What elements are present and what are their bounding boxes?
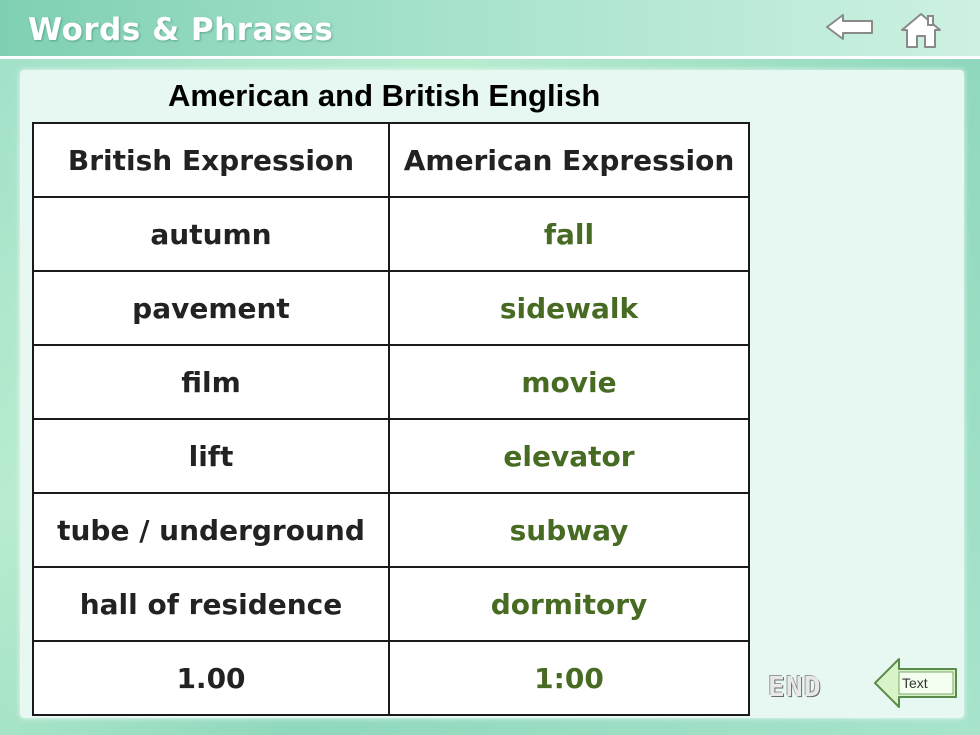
table-row: 1.00 1:00 bbox=[32, 640, 750, 716]
table-row: pavement sidewalk bbox=[32, 270, 750, 346]
british-cell: film bbox=[32, 344, 390, 420]
header-bar: Words & Phrases bbox=[0, 0, 980, 59]
american-cell: sidewalk bbox=[388, 270, 750, 346]
british-cell: autumn bbox=[32, 196, 390, 272]
british-cell: hall of residence bbox=[32, 566, 390, 642]
table-row: autumn fall bbox=[32, 196, 750, 272]
page-title: Words & Phrases bbox=[28, 12, 334, 48]
table-row: lift elevator bbox=[32, 418, 750, 494]
text-button[interactable]: Text bbox=[872, 655, 960, 711]
american-cell: fall bbox=[388, 196, 750, 272]
arrow-left-icon[interactable] bbox=[824, 10, 876, 49]
american-cell: elevator bbox=[388, 418, 750, 494]
british-cell: lift bbox=[32, 418, 390, 494]
table-row: hall of residence dormitory bbox=[32, 566, 750, 642]
table-row: tube / underground subway bbox=[32, 492, 750, 568]
british-cell: pavement bbox=[32, 270, 390, 346]
text-button-label: Text bbox=[902, 675, 928, 691]
american-cell: movie bbox=[388, 344, 750, 420]
section-subtitle: American and British English bbox=[168, 78, 601, 113]
american-cell: dormitory bbox=[388, 566, 750, 642]
vocabulary-table: British Expression American Expression a… bbox=[32, 122, 750, 716]
british-cell: 1.00 bbox=[32, 640, 390, 716]
header-american: American Expression bbox=[388, 122, 750, 198]
american-cell: 1:00 bbox=[388, 640, 750, 716]
table-row: film movie bbox=[32, 344, 750, 420]
header-british: British Expression bbox=[32, 122, 390, 198]
american-cell: subway bbox=[388, 492, 750, 568]
home-icon[interactable] bbox=[898, 10, 944, 55]
table-header-row: British Expression American Expression bbox=[32, 122, 750, 198]
end-mark: END bbox=[768, 670, 822, 703]
british-cell: tube / underground bbox=[32, 492, 390, 568]
